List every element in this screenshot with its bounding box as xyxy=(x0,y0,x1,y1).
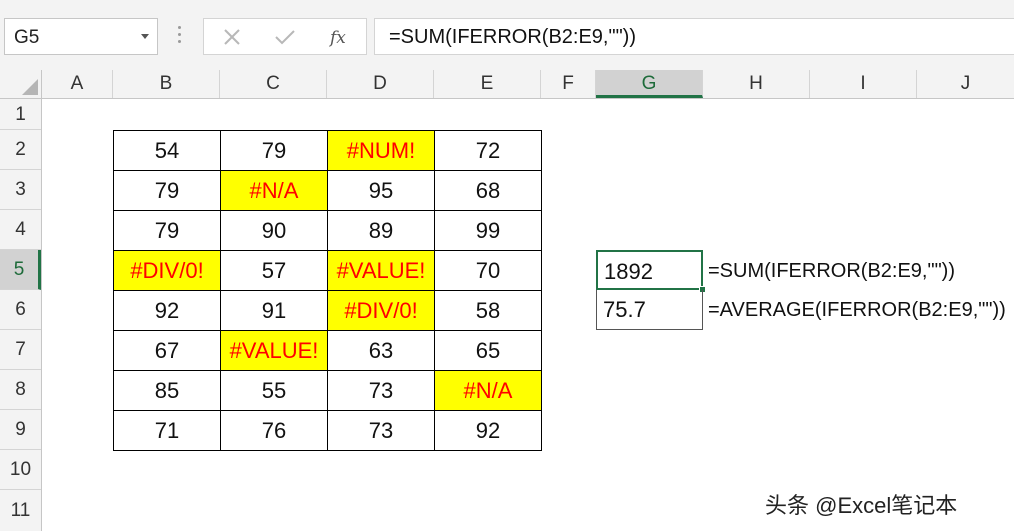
sum-formula-note: =SUM(IFERROR(B2:E9,"")) xyxy=(708,260,956,282)
table-row: 79 90 89 99 xyxy=(113,210,542,251)
formula-text: =SUM(IFERROR(B2:E9,"")) xyxy=(389,26,637,48)
cell-g6[interactable]: 75.7 xyxy=(596,290,703,330)
table-row: #DIV/0! 57 #VALUE! 70 xyxy=(113,250,542,291)
column-header-i[interactable]: I xyxy=(810,70,917,98)
column-header-j[interactable]: J xyxy=(917,70,1014,98)
svg-text:fx: fx xyxy=(328,28,346,48)
table-cell[interactable]: 95 xyxy=(327,170,435,211)
table-cell[interactable]: 92 xyxy=(434,410,542,451)
table-row: 85 55 73 #N/A xyxy=(113,370,542,411)
table-cell[interactable]: 71 xyxy=(113,410,221,451)
column-header-a[interactable]: A xyxy=(42,70,113,98)
table-row: 71 76 73 92 xyxy=(113,410,542,451)
table-cell[interactable]: 90 xyxy=(220,210,328,251)
table-cell[interactable]: 76 xyxy=(220,410,328,451)
table-row: 67 #VALUE! 63 65 xyxy=(113,330,542,371)
formula-input[interactable]: =SUM(IFERROR(B2:E9,"")) xyxy=(374,18,1014,55)
table-cell[interactable]: 67 xyxy=(113,330,221,371)
name-box[interactable]: G5 xyxy=(4,18,158,55)
table-cell[interactable]: 65 xyxy=(434,330,542,371)
chevron-down-icon[interactable] xyxy=(141,34,149,39)
name-box-value: G5 xyxy=(14,27,40,48)
formula-buttons: fx xyxy=(203,18,367,55)
table-row: 79 #N/A 95 68 xyxy=(113,170,542,211)
table-cell[interactable]: 55 xyxy=(220,370,328,411)
row-header[interactable]: 5 xyxy=(0,250,41,290)
table-cell[interactable]: 89 xyxy=(327,210,435,251)
table-cell[interactable]: #N/A xyxy=(220,170,328,211)
column-header-f[interactable]: F xyxy=(541,70,596,98)
table-cell[interactable]: 73 xyxy=(327,410,435,451)
table-cell[interactable]: 58 xyxy=(434,290,542,331)
confirm-icon[interactable] xyxy=(270,25,300,49)
watermark: 头条 @Excel笔记本 xyxy=(765,493,958,518)
table-cell[interactable]: 79 xyxy=(220,130,328,171)
column-header-d[interactable]: D xyxy=(327,70,434,98)
row-header[interactable]: 10 xyxy=(0,450,41,490)
table-row: 54 79 #NUM! 72 xyxy=(113,130,542,171)
column-header-c[interactable]: C xyxy=(220,70,327,98)
row-header[interactable]: 6 xyxy=(0,290,41,330)
row-header[interactable]: 7 xyxy=(0,330,41,370)
table-cell[interactable]: 63 xyxy=(327,330,435,371)
table-cell[interactable]: 79 xyxy=(113,210,221,251)
table-cell[interactable]: 99 xyxy=(434,210,542,251)
table-cell[interactable]: 68 xyxy=(434,170,542,211)
data-table: 54 79 #NUM! 72 79 #N/A 95 68 79 90 89 99 #DIV/0! 57 #V… xyxy=(113,130,542,451)
cancel-icon[interactable] xyxy=(217,25,247,49)
table-cell[interactable]: 91 xyxy=(220,290,328,331)
table-cell[interactable]: 73 xyxy=(327,370,435,411)
row-header[interactable]: 2 xyxy=(0,130,41,170)
row-header[interactable]: 8 xyxy=(0,370,41,410)
table-cell[interactable]: 54 xyxy=(113,130,221,171)
row-header[interactable]: 9 xyxy=(0,410,41,450)
table-cell[interactable]: #VALUE! xyxy=(220,330,328,371)
sum-result: 1892 xyxy=(604,259,653,284)
column-header-h[interactable]: H xyxy=(703,70,810,98)
drag-handle-icon[interactable] xyxy=(176,26,182,48)
table-cell[interactable]: #DIV/0! xyxy=(327,290,435,331)
formula-bar: G5 fx =SUM(IFERROR(B2:E9,"")) xyxy=(0,0,1014,70)
table-cell[interactable]: #N/A xyxy=(434,370,542,411)
row-header[interactable]: 1 xyxy=(0,99,41,130)
table-cell[interactable]: 85 xyxy=(113,370,221,411)
row-header[interactable]: 4 xyxy=(0,210,41,250)
table-cell[interactable]: #VALUE! xyxy=(327,250,435,291)
row-headers: 1 2 3 4 5 6 7 8 9 10 11 xyxy=(0,99,42,531)
row-header[interactable]: 3 xyxy=(0,170,41,210)
table-row: 92 91 #DIV/0! 58 xyxy=(113,290,542,331)
select-all-button[interactable] xyxy=(0,70,42,98)
table-cell[interactable]: #NUM! xyxy=(327,130,435,171)
average-formula-note: =AVERAGE(IFERROR(B2:E9,"")) xyxy=(708,299,1006,321)
table-cell[interactable]: 72 xyxy=(434,130,542,171)
average-result: 75.7 xyxy=(603,297,646,322)
insert-function-icon[interactable]: fx xyxy=(324,25,354,49)
worksheet-grid[interactable]: 54 79 #NUM! 72 79 #N/A 95 68 79 90 89 99 #DIV/0! 57 #V… xyxy=(42,99,1014,531)
cell-g5[interactable]: 1892 xyxy=(596,250,706,293)
column-header-e[interactable]: E xyxy=(434,70,541,98)
table-cell[interactable]: 92 xyxy=(113,290,221,331)
table-cell[interactable]: 79 xyxy=(113,170,221,211)
table-cell[interactable]: 70 xyxy=(434,250,542,291)
column-header-g[interactable]: G xyxy=(596,70,703,98)
table-cell[interactable]: #DIV/0! xyxy=(113,250,221,291)
column-header-b[interactable]: B xyxy=(113,70,220,98)
column-headers: A B C D E F G H I J xyxy=(0,70,1014,99)
row-header[interactable]: 11 xyxy=(0,490,41,531)
table-cell[interactable]: 57 xyxy=(220,250,328,291)
